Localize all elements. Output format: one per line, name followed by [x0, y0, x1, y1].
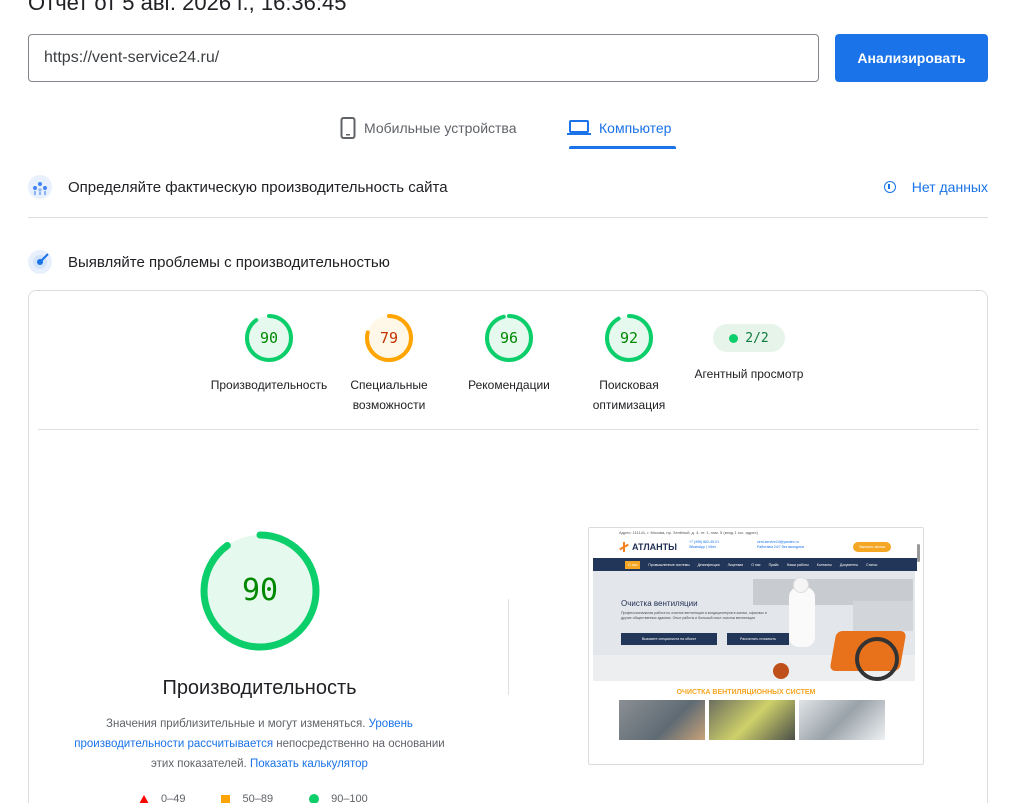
hero-worker-head — [793, 577, 809, 593]
site-nav-item: Наши работы — [786, 562, 809, 567]
site-nav: О нас Промышленные системы Дезинфекция Л… — [593, 558, 917, 571]
active-tab-indicator — [569, 146, 676, 149]
show-calculator-link[interactable]: Показать калькулятор — [250, 758, 368, 770]
logo-mark-icon — [619, 542, 629, 552]
desc-text: Значения приблизительные и могут изменят… — [106, 718, 369, 730]
gauge-accessibility[interactable]: 79 Специальные возможности — [329, 313, 449, 415]
hero-text: Профессиональная работа по очистке венти… — [621, 611, 767, 620]
gauge-ring: 92 — [604, 313, 654, 363]
performance-score: 90 — [241, 573, 279, 608]
site-nav-item: О нас — [625, 560, 641, 569]
gauge-score: 79 — [379, 329, 399, 347]
lab-data-section: Выявляйте проблемы с производительностью — [28, 246, 988, 278]
lab-results-card: 90 Производительность 79 Специальные воз… — [28, 290, 988, 803]
gauge-best-practices[interactable]: 96 Рекомендации — [449, 313, 569, 395]
gauge-score: 90 — [259, 329, 279, 347]
site-topbar: Адрес: 111141, г. Москва, пр. Зелёный, д… — [619, 529, 758, 535]
site-nav-item: Документы — [839, 562, 858, 567]
site-nav-item: Дезинфекция — [697, 562, 720, 567]
agent-score: 2/2 — [745, 330, 769, 346]
gauge-label: Рекомендации — [468, 378, 550, 392]
site-photo — [709, 700, 795, 740]
legend-label: 0–49 — [161, 793, 186, 803]
gauge-label: Поисковая оптимизация — [592, 378, 666, 412]
site-photo — [799, 700, 885, 740]
no-data-link[interactable]: Нет данных — [883, 179, 988, 195]
analyze-button[interactable]: Анализировать — [835, 34, 988, 82]
site-contact: +7 (495) 662-49-01 WhatsApp | Viber — [689, 540, 719, 550]
site-nav-item: Статьи — [865, 562, 878, 567]
site-hero: Очистка вентиляции Профессиональная рабо… — [593, 571, 915, 681]
site-scrollbar — [917, 544, 920, 562]
gauge-score: 96 — [499, 329, 519, 347]
average-square-icon — [221, 794, 231, 803]
site-nav-item: О нас — [751, 562, 761, 567]
site-photo — [619, 700, 705, 740]
site-nav-item: Лицензии — [727, 562, 744, 567]
tab-mobile[interactable]: Мобильные устройства — [340, 108, 517, 148]
site-nav-item: Промышленные системы — [648, 562, 690, 567]
legend-average: 50–89 — [221, 793, 273, 803]
laptop-icon — [567, 119, 591, 137]
gauge-ring: 79 — [364, 313, 414, 363]
agent-score-pill: 2/2 — [713, 324, 785, 352]
site-contact-email: vent-service24@yandex.ru Работаем 24/7 бе… — [757, 540, 804, 550]
smartphone-icon — [340, 117, 356, 139]
gauge-ring: 90 — [244, 313, 294, 363]
hero-button-secondary: Рассчитать стоимость — [727, 633, 789, 645]
gauge-score: 92 — [619, 329, 639, 347]
site-call-button: Заказать звонок — [853, 542, 891, 552]
gauge-label: Производительность — [210, 378, 328, 392]
gauge-seo[interactable]: 92 Поисковая оптимизация — [569, 313, 689, 415]
site-nav-item: Прайс — [768, 562, 779, 567]
score-legend: 0–49 50–89 90–100 — [139, 793, 404, 803]
section-divider — [28, 217, 988, 218]
lab-data-icon — [28, 250, 52, 274]
hero-machine-wheel — [855, 637, 899, 681]
hero-button-primary: Вызовите специалиста на объект — [621, 633, 717, 645]
site-logo-text: АТЛАНТЫ — [632, 542, 677, 552]
performance-title: Производительность — [162, 677, 357, 699]
performance-big-gauge: 90 — [200, 531, 320, 651]
site-header: АТЛАНТЫ +7 (495) 662-49-01 WhatsApp | Vib… — [589, 536, 923, 562]
legend-pass: 90–100 — [309, 793, 368, 803]
gauge-performance[interactable]: 90 Производительность — [209, 313, 329, 395]
performance-description: Значения приблизительные и могут изменят… — [65, 714, 454, 774]
hero-cable — [773, 663, 789, 679]
report-title: Отчет от 5 авг. 2026 г., 16:36:45 — [28, 0, 347, 15]
lab-data-title: Выявляйте проблемы с производительностью — [68, 253, 390, 271]
site-section-heading: ОЧИСТКА ВЕНТИЛЯЦИОННЫХ СИСТЕМ — [676, 689, 816, 696]
pass-dot-icon — [729, 333, 739, 343]
tab-mobile-label: Мобильные устройства — [364, 120, 517, 136]
field-data-section: Определяйте фактическую производительнос… — [28, 171, 988, 203]
field-data-title: Определяйте фактическую производительнос… — [68, 178, 448, 196]
site-contact-hours: Работаем 24/7 без выходных — [757, 545, 805, 549]
legend-fail: 0–49 — [139, 793, 185, 803]
gauge-label: Специальные возможности — [350, 378, 428, 412]
site-photos — [589, 700, 923, 740]
pass-circle-icon — [309, 794, 320, 803]
no-data-label: Нет данных — [911, 179, 988, 195]
card-divider — [38, 429, 979, 430]
site-logo: АТЛАНТЫ — [619, 542, 677, 552]
tab-desktop[interactable]: Компьютер — [567, 108, 671, 148]
fail-triangle-icon — [139, 794, 149, 803]
tab-desktop-label: Компьютер — [599, 120, 672, 136]
gauge-agentic-browsing[interactable]: 2/2 Агентный просмотр — [689, 313, 809, 384]
hero-worker — [789, 587, 815, 647]
info-icon — [883, 181, 896, 193]
vertical-separator — [508, 599, 509, 695]
hero-duct — [853, 601, 913, 631]
site-contact-note: WhatsApp | Viber — [689, 545, 717, 549]
page-screenshot-thumbnail: Адрес: 111141, г. Москва, пр. Зелёный, д… — [588, 527, 924, 765]
legend-label: 90–100 — [331, 793, 368, 803]
hero-title: Очистка вентиляции — [621, 599, 698, 608]
site-nav-item: Контакты — [816, 562, 832, 567]
url-input[interactable] — [28, 34, 819, 82]
gauge-label: Агентный просмотр — [694, 367, 804, 381]
field-data-icon — [28, 175, 52, 199]
gauge-ring: 96 — [484, 313, 534, 363]
legend-label: 50–89 — [242, 793, 274, 803]
